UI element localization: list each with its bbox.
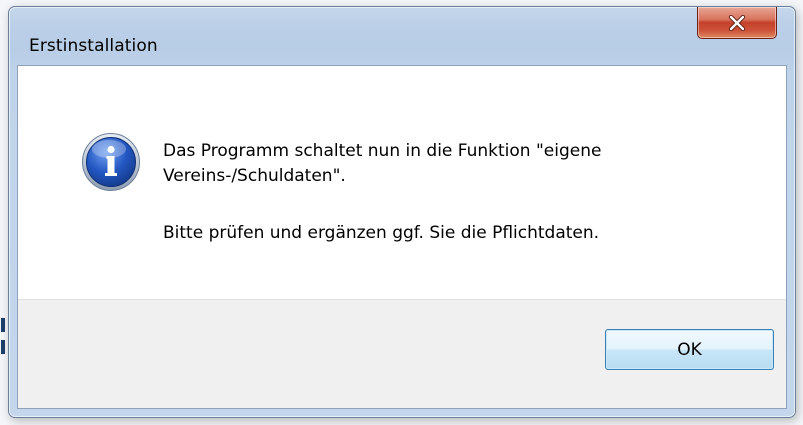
title-bar[interactable]: Erstinstallation [9, 7, 795, 65]
message-area: Das Programm schaltet nun in die Funktio… [18, 66, 786, 299]
desktop-edge-mark [1, 340, 5, 354]
info-icon [82, 133, 140, 191]
close-icon [728, 14, 746, 31]
dialog-window: Erstinstallation Das Programm schaltet n… [8, 6, 796, 418]
window-title: Erstinstallation [29, 36, 158, 56]
button-bar: OK [18, 299, 786, 408]
ok-button[interactable]: OK [605, 329, 774, 370]
message-line: Das Programm schaltet nun in die Funktio… [163, 141, 602, 161]
message-text: Das Programm schaltet nun in die Funktio… [163, 139, 763, 246]
close-button[interactable] [697, 7, 777, 39]
dialog-body: Das Programm schaltet nun in die Funktio… [17, 65, 787, 409]
message-line: Bitte prüfen und ergänzen ggf. Sie die P… [163, 223, 600, 243]
desktop-edge-mark [1, 318, 5, 332]
message-line: Vereins-/Schuldaten". [163, 166, 346, 186]
